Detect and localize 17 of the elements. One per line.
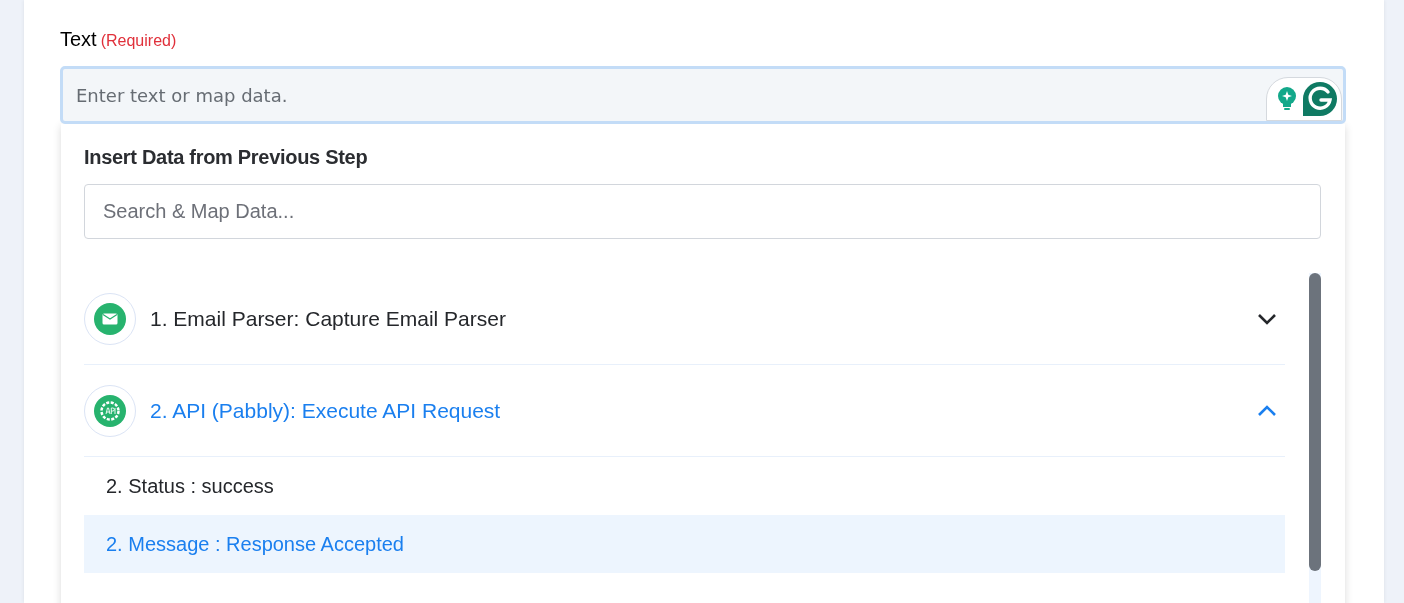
search-field[interactable]: Search & Map Data... <box>84 184 1321 239</box>
scrollbar-thumb[interactable] <box>1309 273 1321 571</box>
envelope-icon <box>94 302 126 335</box>
dropdown-title: Insert Data from Previous Step <box>84 146 369 170</box>
extension-badge[interactable] <box>1266 77 1342 121</box>
chevron-down-icon[interactable] <box>1257 312 1277 325</box>
step-header[interactable]: 1. Email Parser: Capture Email Parser <box>150 306 1257 331</box>
lightbulb-icon[interactable] <box>1277 87 1297 111</box>
field-label: Text <box>60 28 97 51</box>
data-field-item[interactable]: 2. Message : Response Accepted <box>84 515 1285 573</box>
gear-icon <box>94 394 126 427</box>
required-label: (Required) <box>100 32 177 50</box>
step-header[interactable]: 2. API (Pabbly): Execute API Request <box>150 398 1257 423</box>
data-field-item[interactable]: 2. Status : success <box>84 457 1285 515</box>
text-input-field[interactable]: Enter text or map data. <box>60 66 1346 124</box>
chevron-up-icon[interactable] <box>1257 404 1277 417</box>
letter-g-icon[interactable] <box>1303 82 1337 116</box>
